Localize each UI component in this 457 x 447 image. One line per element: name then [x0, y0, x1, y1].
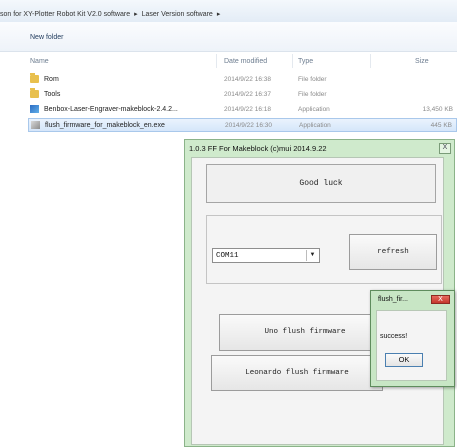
- breadcrumb-part[interactable]: son for XY-Plotter Robot Kit V2.0 softwa…: [0, 11, 130, 18]
- uno-flush-label: Uno flush firmware: [264, 328, 346, 336]
- explorer-toolbar: New folder: [0, 22, 457, 52]
- file-type: Application: [298, 106, 330, 113]
- file-row-selected[interactable]: flush_firmware_for_makeblock_en.exe 2014…: [28, 118, 457, 132]
- column-divider[interactable]: [216, 54, 217, 68]
- window-close-button[interactable]: X: [439, 143, 451, 154]
- file-row[interactable]: Rom 2014/9/22 16:38 File folder: [28, 73, 457, 87]
- file-type: Application: [299, 122, 331, 129]
- application-icon: [30, 105, 39, 113]
- dialog-message: success!: [380, 333, 408, 340]
- chevron-down-icon[interactable]: ▼: [306, 250, 318, 261]
- file-name: Rom: [44, 76, 59, 83]
- address-bar[interactable]: son for XY-Plotter Robot Kit V2.0 softwa…: [0, 0, 457, 23]
- file-date: 2014/9/22 16:18: [224, 106, 271, 113]
- leonardo-flush-label: Leonardo flush firmware: [245, 369, 349, 377]
- breadcrumb-separator: ▸: [134, 11, 138, 18]
- breadcrumb: son for XY-Plotter Robot Kit V2.0 softwa…: [0, 10, 224, 18]
- refresh-label: refresh: [377, 248, 409, 256]
- dialog-body: success! OK: [376, 310, 447, 381]
- file-date: 2014/9/22 16:37: [224, 91, 271, 98]
- dialog-close-button[interactable]: X: [431, 295, 450, 304]
- column-headers: Name Date modified Type Size: [0, 51, 457, 69]
- window-title: 1.0.3 FF For Makeblock (c)mui 2014.9.22: [189, 144, 327, 153]
- file-name: flush_firmware_for_makeblock_en.exe: [45, 122, 165, 129]
- folder-icon: [30, 73, 39, 83]
- column-divider[interactable]: [292, 54, 293, 68]
- breadcrumb-part[interactable]: Laser Version software: [142, 11, 213, 18]
- file-size: 445 KB: [430, 122, 452, 129]
- flush-app-icon: [31, 121, 40, 129]
- status-panel: Good luck: [206, 164, 436, 203]
- leonardo-flush-button[interactable]: Leonardo flush firmware: [211, 355, 383, 391]
- success-dialog: flush_fir... X success! OK: [370, 290, 455, 387]
- refresh-button[interactable]: refresh: [349, 234, 437, 270]
- column-header-name[interactable]: Name: [30, 58, 49, 65]
- file-type: File folder: [298, 91, 327, 98]
- status-text: Good luck: [299, 179, 343, 188]
- column-header-size[interactable]: Size: [415, 58, 429, 65]
- file-row[interactable]: Benbox-Laser-Engraver-makeblock-2.4.2...…: [28, 103, 457, 117]
- column-header-date[interactable]: Date modified: [224, 58, 267, 65]
- ok-button[interactable]: OK: [385, 353, 423, 367]
- file-date: 2014/9/22 16:30: [225, 122, 272, 129]
- com-port-select[interactable]: COM11 ▼: [212, 248, 320, 263]
- close-icon: X: [442, 144, 448, 151]
- uno-flush-button[interactable]: Uno flush firmware: [219, 314, 391, 351]
- com-port-value: COM11: [216, 252, 239, 260]
- file-name: Tools: [44, 91, 61, 98]
- column-header-type[interactable]: Type: [298, 58, 313, 65]
- column-divider[interactable]: [370, 54, 371, 68]
- folder-icon: [30, 88, 39, 98]
- dialog-title: flush_fir...: [378, 296, 408, 303]
- close-icon: X: [438, 296, 443, 303]
- file-type: File folder: [298, 76, 327, 83]
- file-size: 13,450 KB: [422, 106, 453, 113]
- file-name: Benbox-Laser-Engraver-makeblock-2.4.2...: [44, 106, 178, 113]
- new-folder-button[interactable]: New folder: [30, 34, 63, 41]
- file-row[interactable]: Tools 2014/9/22 16:37 File folder: [28, 88, 457, 102]
- breadcrumb-separator: ▸: [216, 11, 221, 18]
- file-date: 2014/9/22 16:38: [224, 76, 271, 83]
